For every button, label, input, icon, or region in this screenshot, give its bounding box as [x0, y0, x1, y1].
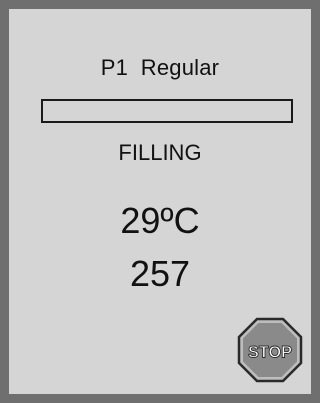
device-frame: P1 Regular FILLING 29ºC 257 STOP [0, 0, 320, 403]
stop-button[interactable]: STOP [237, 317, 303, 383]
progress-bar [41, 99, 293, 123]
stop-sign-icon: STOP [237, 317, 303, 383]
display-screen: P1 Regular FILLING 29ºC 257 STOP [9, 9, 311, 394]
temperature-readout: 29ºC [120, 200, 200, 241]
counter-readout: 257 [129, 253, 191, 294]
status-text: FILLING [118, 140, 202, 165]
stop-button-label: STOP [248, 343, 292, 362]
program-label: P1 Regular [100, 55, 220, 80]
